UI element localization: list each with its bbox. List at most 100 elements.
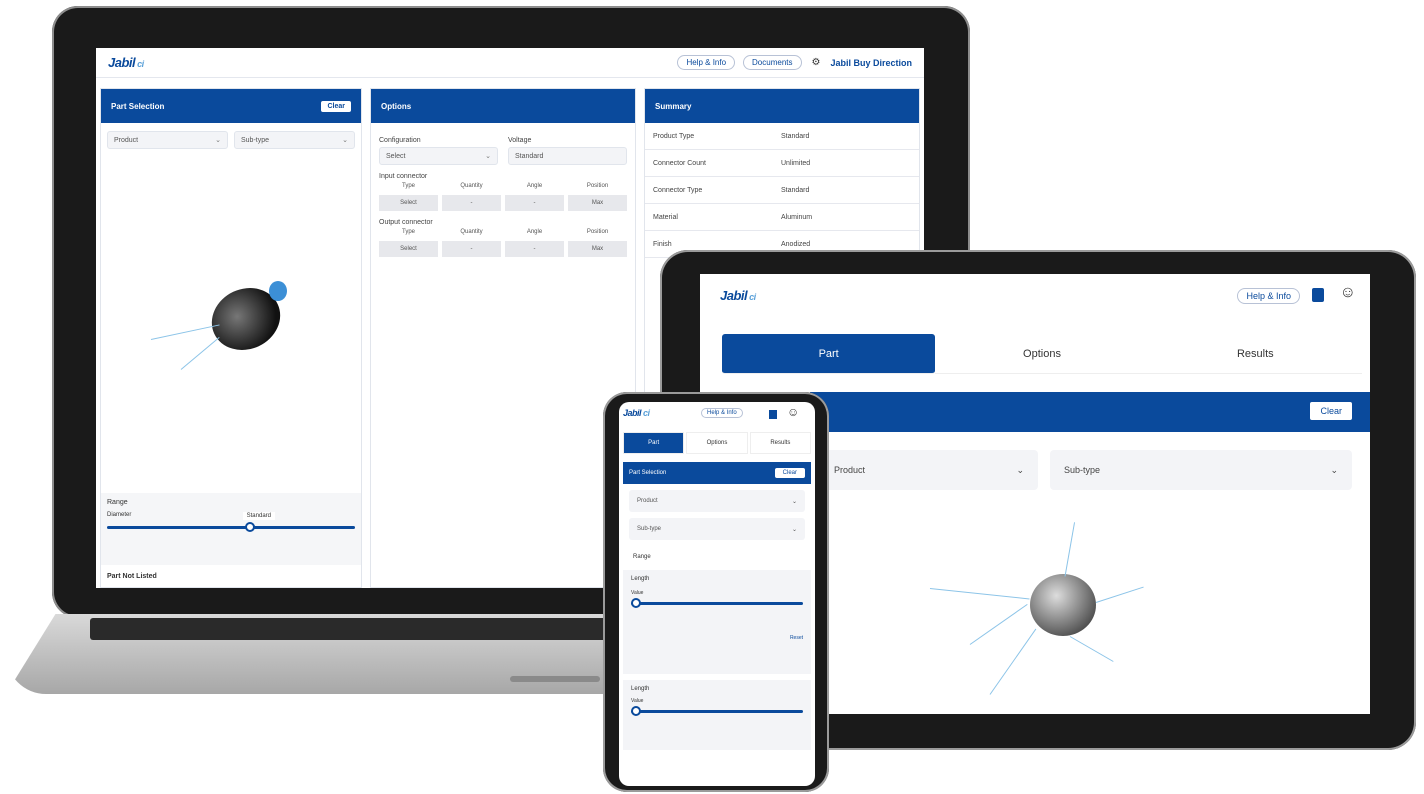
options-selects: Select ⌄ Standard — [379, 147, 627, 165]
tab-options[interactable]: Options — [686, 432, 748, 454]
slider-label: Diameter — [107, 512, 132, 518]
options-panel: Options Configuration Voltage Select ⌄ St… — [370, 88, 636, 588]
leader-line — [969, 603, 1028, 645]
configuration-select[interactable]: Select ⌄ — [379, 147, 498, 165]
range-label: Range — [107, 499, 128, 506]
help-pill[interactable]: Help & Info — [1237, 288, 1300, 304]
tab-options[interactable]: Options — [935, 334, 1149, 374]
voltage-label: Voltage — [508, 137, 532, 144]
slider-section-1: Length Value Reset — [623, 570, 811, 674]
leader-line — [929, 588, 1030, 600]
output-connector-headers: Type Quantity Angle Position — [379, 229, 627, 235]
chevron-down-icon: ⌄ — [342, 137, 348, 144]
input-angle[interactable]: - — [505, 195, 564, 211]
length-slider[interactable] — [631, 598, 803, 608]
panel-title: Part Selection — [629, 470, 667, 476]
input-connector-row: Select - - Max — [379, 195, 627, 211]
header-position: Position — [586, 229, 609, 235]
summary-header: Summary — [645, 89, 919, 123]
tab-results[interactable]: Results — [1148, 334, 1362, 374]
options-body: Configuration Voltage Select ⌄ Standard I… — [371, 123, 635, 263]
options-labels: Configuration Voltage — [379, 129, 627, 147]
brand-logo[interactable]: Jabil ci — [720, 288, 756, 303]
output-type-select[interactable]: Select — [379, 241, 438, 257]
leader-line — [1095, 586, 1144, 603]
input-type-select[interactable]: Select — [379, 195, 438, 211]
chevron-down-icon: ⌄ — [1016, 464, 1024, 475]
header-angle: Angle — [526, 183, 543, 189]
slider-label: Length — [631, 576, 650, 582]
leader-line — [1064, 522, 1076, 577]
phone-tabs: Part Options Results — [623, 432, 811, 454]
documents-pill[interactable]: Documents — [743, 55, 802, 70]
part-selection-header: Part Selection Clear — [101, 89, 361, 123]
user-icon[interactable]: ☺ — [1340, 284, 1356, 302]
length-slider-2[interactable] — [631, 706, 803, 716]
chevron-down-icon: ⌄ — [791, 526, 797, 533]
product-select[interactable]: Product ⌄ — [107, 131, 228, 149]
range-label: Range — [633, 554, 651, 560]
slider-knob[interactable] — [245, 522, 255, 532]
tablet-panel-header: Clear — [810, 392, 1370, 432]
slider-sub-label: Value — [631, 590, 644, 596]
output-quantity[interactable]: - — [442, 241, 501, 257]
tab-results[interactable]: Results — [749, 432, 811, 454]
voltage-select[interactable]: Standard — [508, 147, 627, 165]
chevron-down-icon: ⌄ — [215, 137, 221, 144]
header-type: Type — [401, 183, 415, 189]
slider-knob[interactable] — [631, 598, 641, 608]
slider-sub-label: Value — [631, 698, 644, 704]
slider-value: Standard — [242, 512, 275, 520]
configuration-label: Configuration — [379, 137, 421, 144]
summary-row: Connector Type Standard — [645, 177, 919, 204]
phone-panel-header: Part Selection Clear — [623, 462, 811, 484]
brand-logo[interactable]: Jabil ci — [623, 408, 650, 418]
subtype-select[interactable]: Sub-type ⌄ — [234, 131, 355, 149]
header-angle: Angle — [526, 229, 543, 235]
laptop-notch — [510, 676, 600, 682]
help-pill[interactable]: Help & Info — [677, 55, 736, 70]
settings-icon[interactable]: ⚙ — [812, 57, 821, 68]
reset-link[interactable]: Reset — [631, 635, 803, 641]
diameter-slider[interactable] — [107, 522, 355, 532]
product-select[interactable]: Product ⌄ — [820, 450, 1038, 490]
leader-line — [1069, 636, 1114, 662]
slider-label: Length — [631, 686, 650, 692]
input-quantity[interactable]: - — [442, 195, 501, 211]
part-not-listed-label: Part Not Listed — [107, 573, 157, 580]
document-icon[interactable] — [1312, 288, 1324, 302]
clear-button[interactable]: Clear — [321, 100, 351, 112]
header-quantity: Quantity — [460, 229, 483, 235]
tablet-tabs: Part Options Results — [722, 334, 1362, 374]
user-name[interactable]: Jabil Buy Direction — [830, 58, 912, 68]
chevron-down-icon: ⌄ — [1330, 464, 1338, 475]
leader-line — [180, 336, 220, 370]
range-section: Range Diameter Standard — [101, 493, 361, 565]
summary-title: Summary — [655, 101, 692, 111]
clear-button[interactable]: Clear — [774, 468, 805, 478]
header-type: Type — [401, 229, 415, 235]
summary-row: Connector Count Unlimited — [645, 150, 919, 177]
user-icon[interactable]: ☺ — [787, 405, 799, 419]
tab-part[interactable]: Part — [722, 334, 936, 374]
help-pill[interactable]: Help & Info — [701, 408, 743, 418]
input-position[interactable]: Max — [568, 195, 627, 211]
clear-button[interactable]: Clear — [1310, 402, 1352, 420]
output-connector-label: Output connector — [379, 219, 433, 226]
phone-screen: Jabil ci Help & Info ☺ Part Options Resul… — [619, 402, 815, 786]
product-select[interactable]: Product ⌄ — [629, 490, 805, 512]
slider-knob[interactable] — [631, 706, 641, 716]
subtype-select[interactable]: Sub-type ⌄ — [1050, 450, 1352, 490]
output-position[interactable]: Max — [568, 241, 627, 257]
part-selects: Product ⌄ Sub-type ⌄ — [101, 123, 361, 157]
slider-labels: Diameter Standard — [107, 512, 355, 520]
part-render — [141, 239, 341, 399]
tab-part[interactable]: Part — [623, 432, 685, 454]
brand-logo[interactable]: Jabil ci — [108, 55, 144, 70]
subtype-select[interactable]: Sub-type ⌄ — [629, 518, 805, 540]
summary-row: Material Aluminum — [645, 204, 919, 231]
laptop-topbar: Jabil ci Help & Info Documents ⚙ Jabil Bu… — [96, 48, 924, 78]
connector-cap — [269, 281, 287, 301]
output-angle[interactable]: - — [505, 241, 564, 257]
document-icon[interactable] — [769, 410, 777, 419]
